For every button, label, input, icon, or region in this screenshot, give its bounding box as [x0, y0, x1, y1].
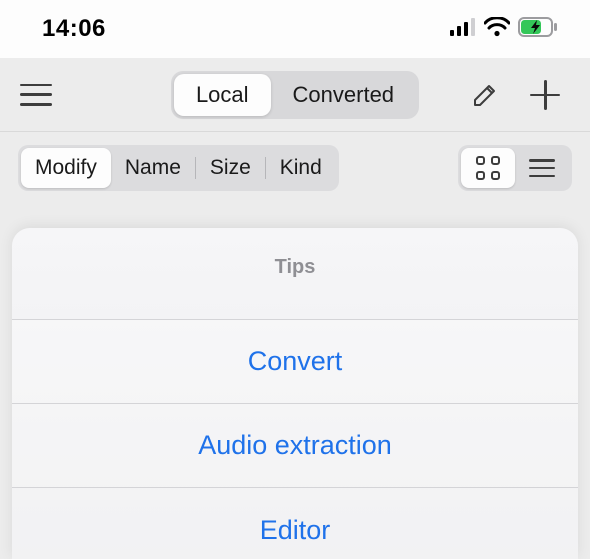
view-list[interactable] — [515, 148, 569, 188]
action-editor[interactable]: Editor — [12, 488, 578, 559]
action-sheet-title: Tips — [12, 228, 578, 320]
location-segmented-control: Local Converted — [171, 71, 419, 119]
add-icon[interactable] — [530, 80, 560, 110]
status-time: 14:06 — [42, 15, 106, 43]
sort-kind[interactable]: Kind — [266, 148, 336, 188]
sort-segmented-control: Modify Name Size Kind — [18, 145, 339, 191]
action-sheet: Tips Convert Audio extraction Editor — [12, 228, 578, 559]
cell-signal-icon — [450, 18, 476, 41]
action-convert[interactable]: Convert — [12, 320, 578, 404]
battery-charging-icon — [518, 17, 558, 42]
list-icon — [529, 159, 555, 177]
grid-icon — [476, 156, 500, 180]
sort-bar: Modify Name Size Kind — [0, 132, 590, 204]
menu-icon[interactable] — [20, 84, 52, 106]
edit-icon[interactable] — [472, 82, 498, 108]
status-bar: 14:06 — [0, 0, 590, 58]
nav-bar: Local Converted — [0, 58, 590, 132]
sort-name[interactable]: Name — [111, 148, 195, 188]
wifi-icon — [484, 17, 510, 42]
view-segmented-control — [458, 145, 572, 191]
status-indicators — [450, 17, 558, 42]
segment-converted[interactable]: Converted — [271, 74, 417, 116]
sort-modify[interactable]: Modify — [21, 148, 111, 188]
sort-size[interactable]: Size — [196, 148, 265, 188]
view-grid[interactable] — [461, 148, 515, 188]
segment-local[interactable]: Local — [174, 74, 271, 116]
action-audio-extraction[interactable]: Audio extraction — [12, 404, 578, 488]
